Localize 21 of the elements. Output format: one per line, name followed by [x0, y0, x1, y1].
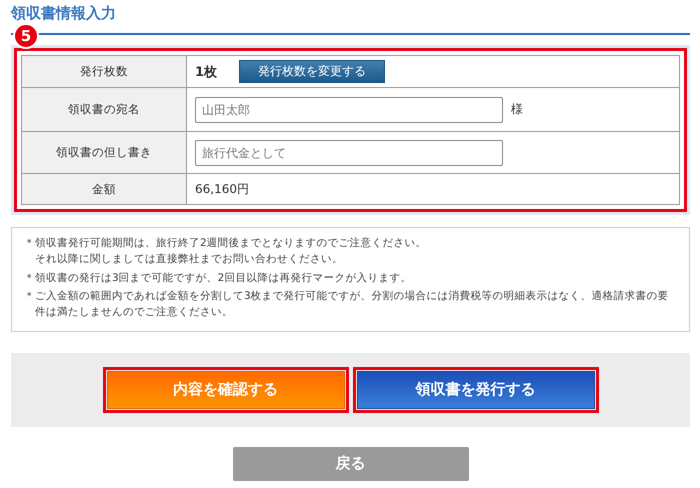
section-title: 領収書情報入力 [11, 3, 116, 24]
note-text: 領収書発行可能期間は、旅行終了2週間後までとなりますのでご注意ください。 [35, 236, 427, 251]
count-value: 1枚 [195, 64, 218, 80]
note-text: 領収書の発行は3回まで可能ですが、2回目以降は再発行マークが入ります。 [35, 270, 412, 286]
row-label: 領収書の但し書き [22, 131, 187, 173]
honorific-suffix: 様 [511, 101, 523, 118]
row-label: 領収書の宛名 [22, 87, 187, 131]
input-field[interactable]: 旅行代金として [195, 140, 503, 166]
asterisk: ＊ [24, 270, 35, 286]
back-button[interactable]: 戻る [232, 446, 468, 481]
row-label: 発行枚数 [22, 56, 187, 87]
asterisk: ＊ [24, 236, 35, 251]
asterisk: ＊ [24, 289, 35, 304]
note-text: ご入金額の範囲内であれば金額を分割して3枚まで発行可能ですが、分割の場合には消費税等の明細表示はなく、適格請求書の要件は満たしませんのでご注意ください。 [35, 289, 670, 320]
row-label: 金額 [22, 173, 187, 204]
amount-value: 66,160円 [195, 180, 249, 198]
input-field[interactable]: 山田太郎 [195, 96, 503, 122]
note-text: それ以降に関しましては直接弊社までお問い合わせください。 [35, 252, 344, 267]
step-badge: 5 [13, 23, 39, 49]
issue-button[interactable]: 領収書を発行する [356, 370, 594, 409]
change-count-button[interactable]: 発行枚数を変更する [239, 60, 385, 83]
